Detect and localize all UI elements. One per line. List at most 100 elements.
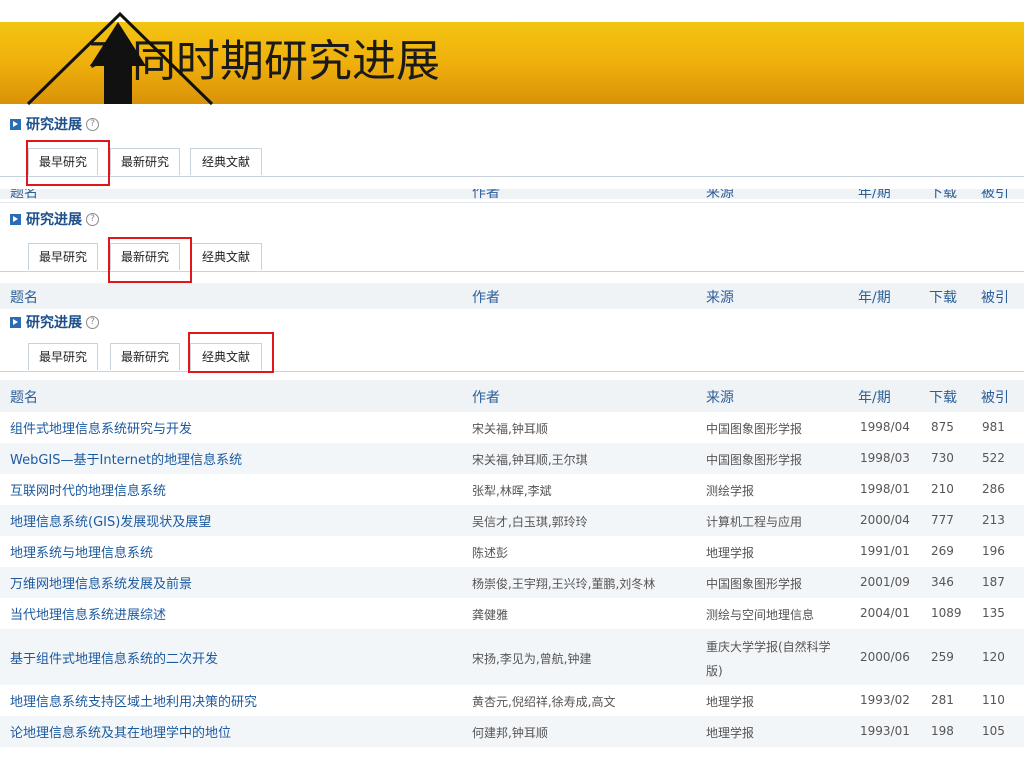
row-cited: 105 (982, 724, 1005, 738)
row-source-cont[interactable]: 版) (706, 662, 723, 679)
row-author[interactable]: 宋关福,钟耳顺,王尔琪 (472, 451, 588, 468)
row-source[interactable]: 地理学报 (706, 724, 754, 741)
tab-classic[interactable]: 经典文献 (190, 148, 262, 175)
section-arrow-icon (10, 118, 21, 130)
row-source[interactable]: 中国图象图形学报 (706, 420, 802, 437)
row-downloads: 777 (931, 513, 954, 527)
highlight-box-classic (188, 332, 274, 373)
table-row: 地理信息系统(GIS)发展现状及展望 吴信才,白玉琪,郭玲玲 计算机工程与应用 … (0, 505, 1024, 536)
row-author[interactable]: 宋扬,李见为,曾航,钟建 (472, 650, 591, 667)
row-author[interactable]: 吴信才,白玉琪,郭玲玲 (472, 513, 588, 530)
help-icon[interactable]: ? (86, 315, 99, 329)
panel-heading-label: 研究进展 (26, 315, 82, 331)
table-row: 基于组件式地理信息系统的二次开发 宋扬,李见为,曾航,钟建 重庆大学学报(自然科… (0, 629, 1024, 685)
col-source[interactable]: 来源 (706, 287, 734, 307)
row-title-link[interactable]: 地理系统与地理信息系统 (10, 542, 153, 561)
table-row: 地理信息系统支持区域土地利用决策的研究 黄杏元,倪绍祥,徐寿成,高文 地理学报 … (0, 685, 1024, 716)
row-title-link[interactable]: 万维网地理信息系统发展及前景 (10, 573, 192, 592)
row-issue: 1998/03 (860, 451, 910, 465)
table-row: WebGIS—基于Internet的地理信息系统 宋关福,钟耳顺,王尔琪 中国图… (0, 443, 1024, 474)
row-source[interactable]: 测绘与空间地理信息 (706, 606, 814, 623)
section-arrow-icon (10, 213, 21, 225)
panel-heading: 研究进展 ? (10, 310, 99, 334)
row-source[interactable]: 中国图象图形学报 (706, 575, 802, 592)
row-issue: 2000/06 (860, 650, 910, 664)
table-row: 互联网时代的地理信息系统 张犁,林晖,李斌 测绘学报 1998/01 210 2… (0, 474, 1024, 505)
row-issue: 2004/01 (860, 606, 910, 620)
tab-bar: 最早研究 最新研究 经典文献 (0, 148, 1024, 177)
row-issue: 1991/01 (860, 544, 910, 558)
row-downloads: 730 (931, 451, 954, 465)
row-cited: 213 (982, 513, 1005, 527)
panel-heading-label: 研究进展 (26, 212, 82, 228)
row-source[interactable]: 重庆大学学报(自然科学 (706, 638, 831, 655)
up-arrow-icon (26, 11, 214, 106)
research-panel-classic: 研究进展 ? 最早研究 最新研究 经典文献 题名 作者 来源 年/期 下载 被引… (0, 310, 1024, 760)
table-header: 题名 作者 来源 年/期 下载 被引 (0, 380, 1024, 412)
row-downloads: 346 (931, 575, 954, 589)
col-cited[interactable]: 被引 (981, 287, 1009, 307)
col-issue[interactable]: 年/期 (858, 387, 891, 407)
row-title-link[interactable]: 互联网时代的地理信息系统 (10, 480, 166, 499)
row-author[interactable]: 陈述彭 (472, 544, 508, 561)
row-title-link[interactable]: WebGIS—基于Internet的地理信息系统 (10, 449, 242, 468)
panel-heading: 研究进展 ? (10, 207, 99, 231)
col-downloads[interactable]: 下载 (929, 287, 957, 307)
row-author[interactable]: 龚健雅 (472, 606, 508, 623)
panel-heading: 研究进展 ? (10, 112, 99, 136)
tab-earliest[interactable]: 最早研究 (28, 243, 98, 270)
row-downloads: 269 (931, 544, 954, 558)
tab-earliest[interactable]: 最早研究 (28, 343, 98, 370)
col-issue[interactable]: 年/期 (858, 287, 891, 307)
table-header: 题名 作者 来源 年/期 下载 被引 (0, 283, 1024, 309)
tab-latest[interactable]: 最新研究 (110, 343, 180, 370)
row-issue: 1998/01 (860, 482, 910, 496)
table-header-clipped: 题名 作者 来源 年/期 下载 被引 (0, 189, 1024, 199)
row-author[interactable]: 何建邦,钟耳顺 (472, 724, 548, 741)
row-title-link[interactable]: 基于组件式地理信息系统的二次开发 (10, 648, 218, 667)
row-title-link[interactable]: 论地理信息系统及其在地理学中的地位 (10, 722, 231, 741)
row-downloads: 198 (931, 724, 954, 738)
row-title-link[interactable]: 地理信息系统支持区域土地利用决策的研究 (10, 691, 257, 710)
table-row: 万维网地理信息系统发展及前景 杨崇俊,王宇翔,王兴玲,董鹏,刘冬林 中国图象图形… (0, 567, 1024, 598)
research-panel-earliest: 研究进展 ? 最早研究 最新研究 经典文献 题名 作者 来源 年/期 下载 被引 (0, 112, 1024, 200)
row-source[interactable]: 中国图象图形学报 (706, 451, 802, 468)
row-source[interactable]: 地理学报 (706, 544, 754, 561)
col-title[interactable]: 题名 (10, 387, 38, 407)
row-issue: 1998/04 (860, 420, 910, 434)
row-title-link[interactable]: 地理信息系统(GIS)发展现状及展望 (10, 511, 211, 530)
tab-classic[interactable]: 经典文献 (190, 243, 262, 270)
table-row: 组件式地理信息系统研究与开发 宋关福,钟耳顺 中国图象图形学报 1998/04 … (0, 412, 1024, 443)
col-author[interactable]: 作者 (472, 387, 500, 407)
row-source[interactable]: 计算机工程与应用 (706, 513, 802, 530)
col-source[interactable]: 来源 (706, 387, 734, 407)
row-title-link[interactable]: 组件式地理信息系统研究与开发 (10, 418, 192, 437)
row-cited: 120 (982, 650, 1005, 664)
row-cited: 286 (982, 482, 1005, 496)
row-cited: 110 (982, 693, 1005, 707)
row-issue: 2000/04 (860, 513, 910, 527)
row-author[interactable]: 杨崇俊,王宇翔,王兴玲,董鹏,刘冬林 (472, 575, 655, 592)
row-author[interactable]: 宋关福,钟耳顺 (472, 420, 548, 437)
help-icon[interactable]: ? (86, 212, 99, 226)
row-source[interactable]: 测绘学报 (706, 482, 754, 499)
row-downloads: 281 (931, 693, 954, 707)
row-issue: 1993/02 (860, 693, 910, 707)
row-title-link[interactable]: 当代地理信息系统进展综述 (10, 604, 166, 623)
col-downloads[interactable]: 下载 (929, 387, 957, 407)
row-cited: 196 (982, 544, 1005, 558)
row-author[interactable]: 张犁,林晖,李斌 (472, 482, 552, 499)
tab-latest[interactable]: 最新研究 (110, 148, 180, 175)
row-cited: 981 (982, 420, 1005, 434)
row-cited: 187 (982, 575, 1005, 589)
table-row: 地理系统与地理信息系统 陈述彭 地理学报 1991/01 269 196 (0, 536, 1024, 567)
row-author[interactable]: 黄杏元,倪绍祥,徐寿成,高文 (472, 693, 615, 710)
row-cited: 522 (982, 451, 1005, 465)
col-author[interactable]: 作者 (472, 287, 500, 307)
col-title[interactable]: 题名 (10, 287, 38, 307)
col-cited[interactable]: 被引 (981, 387, 1009, 407)
row-downloads: 259 (931, 650, 954, 664)
help-icon[interactable]: ? (86, 117, 99, 131)
row-downloads: 210 (931, 482, 954, 496)
row-source[interactable]: 地理学报 (706, 693, 754, 710)
